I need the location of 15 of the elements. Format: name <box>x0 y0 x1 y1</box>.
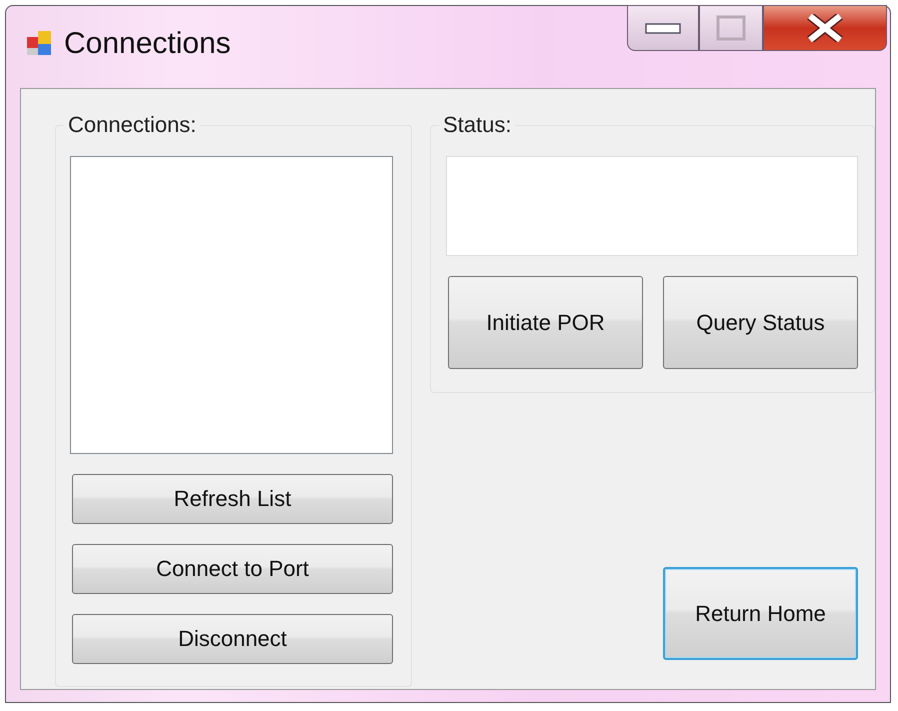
status-field[interactable] <box>446 156 858 256</box>
action-button[interactable]: Disconnect <box>72 614 393 664</box>
maximize-icon <box>716 15 746 41</box>
app-icon <box>26 30 52 56</box>
action-button[interactable]: Connect to Port <box>72 544 393 594</box>
close-button[interactable] <box>763 5 887 51</box>
return-home-button[interactable]: Return Home <box>663 567 858 660</box>
close-icon <box>806 14 844 42</box>
action-button[interactable]: Query Status <box>663 276 858 369</box>
action-button[interactable]: Initiate POR <box>448 276 643 369</box>
window-title: Connections <box>64 27 231 61</box>
minimize-icon <box>645 22 681 34</box>
action-button[interactable]: Refresh List <box>72 474 393 524</box>
minimize-button[interactable] <box>627 5 699 51</box>
maximize-button[interactable] <box>699 5 763 51</box>
